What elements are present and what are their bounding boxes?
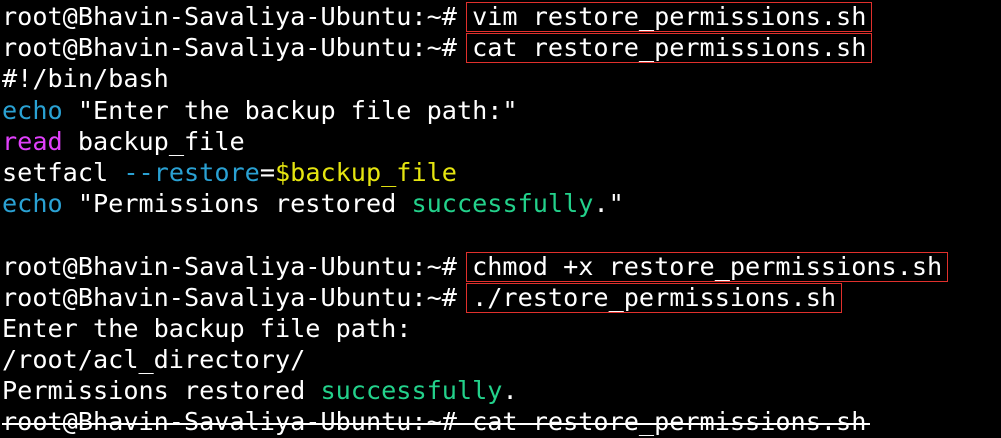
text-segment: /root/acl_directory/ <box>2 345 306 375</box>
prompt-line: root@Bhavin-Savaliya-Ubuntu:~# cat resto… <box>2 32 1001 64</box>
shell-command: ./restore_permissions.sh <box>472 282 837 312</box>
shell-prompt: root@Bhavin-Savaliya-Ubuntu:~# <box>2 282 473 312</box>
text-segment: read <box>2 126 63 156</box>
text-segment: Permissions restored <box>2 376 321 406</box>
text-segment: successfully <box>411 189 594 219</box>
text-segment: "Enter the backup file path:" <box>62 95 518 125</box>
shell-command: chmod +x restore_permissions.sh <box>472 251 943 281</box>
terminal-window[interactable]: root@Bhavin-Savaliya-Ubuntu:~# vim resto… <box>2 1 1001 437</box>
shell-command: cat restore_permissions.sh <box>472 407 867 437</box>
program-output-line: Enter the backup file path: <box>2 313 1001 344</box>
shell-prompt: root@Bhavin-Savaliya-Ubuntu:~# <box>2 407 473 437</box>
script-content-line: read backup_file <box>2 126 1001 157</box>
text-segment: $backup_file <box>274 157 457 187</box>
text-segment: ." <box>593 189 624 219</box>
shell-prompt: root@Bhavin-Savaliya-Ubuntu:~# <box>2 251 473 281</box>
prompt-line: root@Bhavin-Savaliya-Ubuntu:~# ./restore… <box>2 282 1001 313</box>
shell-command: cat restore_permissions.sh <box>472 33 867 63</box>
prompt-line: root@Bhavin-Savaliya-Ubuntu:~# cat resto… <box>2 406 1001 437</box>
text-segment: echo <box>2 189 63 219</box>
shell-prompt: root@Bhavin-Savaliya-Ubuntu:~# <box>2 2 473 31</box>
prompt-line: root@Bhavin-Savaliya-Ubuntu:~# chmod +x … <box>2 251 1001 282</box>
text-segment: #!/bin/bash <box>2 64 169 94</box>
shell-prompt: root@Bhavin-Savaliya-Ubuntu:~# <box>2 33 473 63</box>
text-segment: successfully <box>320 376 503 406</box>
text-segment: backup_file <box>62 126 245 156</box>
script-content-line: echo "Enter the backup file path:" <box>2 95 1001 126</box>
text-segment: Enter the backup file path: <box>2 313 412 343</box>
script-content-line: setfacl --restore=$backup_file <box>2 157 1001 188</box>
prompt-line: root@Bhavin-Savaliya-Ubuntu:~# vim resto… <box>2 1 1001 33</box>
program-output-line: Permissions restored successfully. <box>2 375 1001 406</box>
text-segment: echo <box>2 95 63 125</box>
text-segment: . <box>502 376 518 406</box>
text-segment: setfacl <box>2 157 124 187</box>
text-segment: --restore <box>123 157 260 187</box>
script-content-line: #!/bin/bash <box>2 63 1001 94</box>
script-content-line: echo "Permissions restored successfully.… <box>2 188 1001 219</box>
text-segment: = <box>259 157 275 187</box>
program-output-line: /root/acl_directory/ <box>2 344 1001 375</box>
shell-command: vim restore_permissions.sh <box>472 2 867 31</box>
text-segment: "Permissions restored <box>62 189 412 219</box>
